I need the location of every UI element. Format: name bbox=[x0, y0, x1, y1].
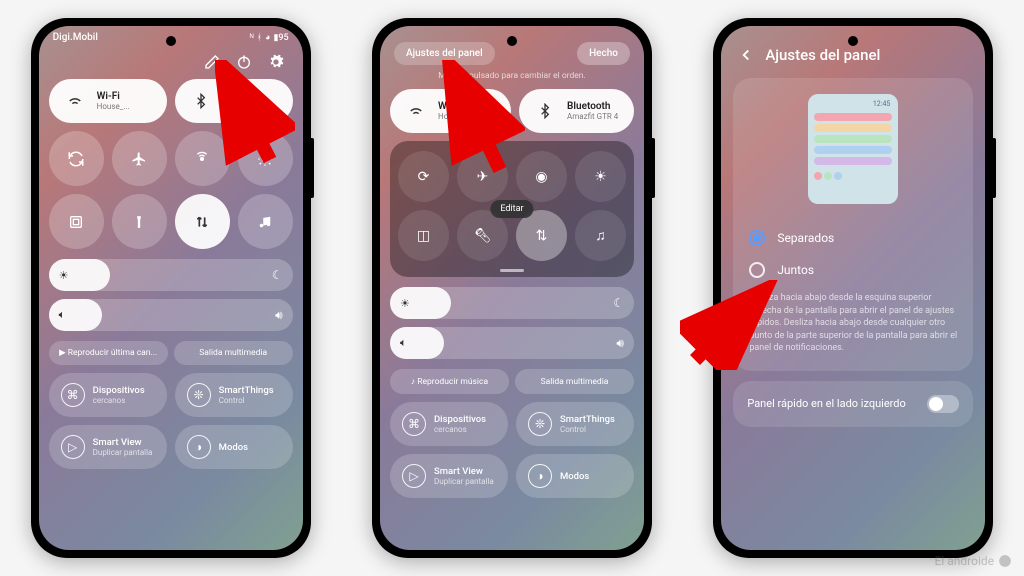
modes-tile[interactable]: ◑ Modos bbox=[516, 454, 634, 498]
camera-hole bbox=[507, 36, 517, 46]
music-tile[interactable]: ♫ bbox=[575, 210, 626, 261]
location-icon: ◕ bbox=[265, 32, 270, 43]
radio-unselected-icon bbox=[749, 262, 765, 278]
wifi-tile[interactable]: Wi-FiHouse_... bbox=[49, 79, 167, 123]
screenshot-tile[interactable]: ◫ bbox=[398, 210, 449, 261]
settings-title: Ajustes del panel bbox=[765, 46, 880, 64]
back-icon[interactable] bbox=[737, 46, 755, 64]
bluetooth-icon bbox=[187, 87, 215, 115]
phone-mockup-1: Digi.Mobil ᴺ ᚼ ◕ ▮95 Wi-FiHouse_... B bbox=[31, 18, 311, 558]
moon-icon: ☾ bbox=[613, 296, 624, 310]
speaker-high-icon: 🔊︎ bbox=[616, 336, 624, 351]
nearby-devices-tile[interactable]: ⌘ Dispositivoscercanos bbox=[49, 373, 167, 417]
smartthings-tile[interactable]: ❊ SmartThingsControl bbox=[516, 402, 634, 446]
wifi-label: Wi-Fi bbox=[97, 91, 130, 102]
tile-grid-edit[interactable]: Editar ⟳ ✈ ◉ ☀ ◫ 🔦︎ ⇅ ♫ bbox=[390, 141, 634, 277]
edit-badge: Editar bbox=[490, 200, 533, 218]
screen-edit-panel: Ajustes del panel Hecho Mantén pulsado p… bbox=[380, 26, 644, 550]
screen-quick-panel: Digi.Mobil ᴺ ᚼ ◕ ▮95 Wi-FiHouse_... B bbox=[39, 26, 303, 550]
gear-icon[interactable] bbox=[267, 53, 285, 71]
media-playback-chip[interactable]: ▶ Reproducir última can... bbox=[49, 341, 168, 365]
sun-icon: ☀ bbox=[400, 297, 414, 310]
brightness-extra-tile[interactable]: ☀ bbox=[575, 151, 626, 202]
music-tile[interactable] bbox=[238, 194, 293, 249]
left-side-switch-row[interactable]: Panel rápido en el lado izquierdo bbox=[733, 381, 973, 427]
carrier-label: Digi.Mobil bbox=[53, 32, 98, 43]
panel-header-icons bbox=[39, 49, 303, 79]
drag-handle-icon[interactable] bbox=[500, 269, 524, 272]
modes-icon: ◑ bbox=[187, 435, 211, 459]
airplane-tile[interactable] bbox=[112, 131, 167, 186]
bluetooth-label: Bluetooth bbox=[223, 96, 266, 107]
data-tile[interactable] bbox=[175, 194, 230, 249]
brightness-extra-tile[interactable] bbox=[238, 131, 293, 186]
camera-hole bbox=[848, 36, 858, 46]
done-button[interactable]: Hecho bbox=[577, 42, 630, 65]
screenshot-tile[interactable] bbox=[49, 194, 104, 249]
volume-slider[interactable]: 🔈︎ 🔊︎ bbox=[390, 327, 634, 359]
bt-status-icon: ᚼ bbox=[257, 33, 262, 43]
help-description: Desliza hacia abajo desde la esquina sup… bbox=[747, 286, 959, 355]
phone-mockup-2: Ajustes del panel Hecho Mantén pulsado p… bbox=[372, 18, 652, 558]
smartthings-icon: ❊ bbox=[187, 383, 211, 407]
option-juntos[interactable]: Juntos bbox=[747, 254, 959, 286]
bluetooth-icon bbox=[531, 97, 559, 125]
media-output-chip[interactable]: Salida multimedia bbox=[515, 369, 634, 394]
edit-hint-label: Mantén pulsado para cambiar el orden. bbox=[380, 71, 644, 89]
layout-options-card: 12:45 Separados Juntos Desliz bbox=[733, 78, 973, 371]
volume-slider[interactable]: 🔈︎ 🔊︎ bbox=[49, 299, 293, 331]
smartthings-tile[interactable]: ❊ SmartThingsControl bbox=[175, 373, 293, 417]
wifi-tile[interactable]: Wi-FiHouse_Of_Bars... bbox=[390, 89, 511, 133]
panel-settings-button[interactable]: Ajustes del panel bbox=[394, 42, 495, 65]
hotspot-tile[interactable] bbox=[175, 131, 230, 186]
wifi-icon bbox=[402, 97, 430, 125]
radio-selected-icon bbox=[749, 230, 765, 246]
phone-mockup-3: Ajustes del panel 12:45 Separados bbox=[713, 18, 993, 558]
speaker-low-icon: 🔈︎ bbox=[400, 336, 414, 350]
rotate-tile[interactable] bbox=[49, 131, 104, 186]
brightness-slider[interactable]: ☀ ☾ bbox=[49, 259, 293, 291]
speaker-high-icon: 🔊︎ bbox=[275, 308, 283, 323]
bluetooth-tile[interactable]: Bluetooth bbox=[175, 79, 293, 123]
smartthings-icon: ❊ bbox=[528, 412, 552, 436]
media-playback-chip[interactable]: ♪ Reproducir música bbox=[390, 369, 509, 394]
modes-icon: ◑ bbox=[528, 464, 552, 488]
smart-view-tile[interactable]: ▷ Smart ViewDuplicar pantalla bbox=[49, 425, 167, 469]
preview-thumbnail: 12:45 bbox=[808, 94, 898, 204]
option-separados[interactable]: Separados bbox=[747, 222, 959, 254]
wifi-sublabel: House_... bbox=[97, 102, 130, 111]
hotspot-tile[interactable]: ◉ bbox=[516, 151, 567, 202]
flashlight-tile[interactable] bbox=[112, 194, 167, 249]
nfc-icon: ᴺ bbox=[250, 32, 254, 43]
cast-icon: ▷ bbox=[61, 435, 85, 459]
sun-icon: ☀ bbox=[59, 269, 73, 282]
edit-icon[interactable] bbox=[203, 53, 221, 71]
smart-view-tile[interactable]: ▷ Smart ViewDuplicar pantalla bbox=[390, 454, 508, 498]
watermark: El androide bbox=[935, 554, 1012, 568]
power-icon[interactable] bbox=[235, 53, 253, 71]
airplane-tile[interactable]: ✈ bbox=[457, 151, 508, 202]
screen-panel-settings: Ajustes del panel 12:45 Separados bbox=[721, 26, 985, 550]
moon-icon: ☾ bbox=[272, 268, 283, 282]
camera-hole bbox=[166, 36, 176, 46]
devices-icon: ⌘ bbox=[61, 383, 85, 407]
wifi-icon bbox=[61, 87, 89, 115]
media-output-chip[interactable]: Salida multimedia bbox=[174, 341, 293, 365]
modes-tile[interactable]: ◑ Modos bbox=[175, 425, 293, 469]
speaker-low-icon: 🔈︎ bbox=[59, 308, 73, 322]
switch-label: Panel rápido en el lado izquierdo bbox=[747, 397, 905, 410]
rotate-tile[interactable]: ⟳ bbox=[398, 151, 449, 202]
brightness-slider[interactable]: ☀ ☾ bbox=[390, 287, 634, 319]
battery-icon: ▮95 bbox=[273, 33, 288, 43]
cast-icon: ▷ bbox=[402, 464, 426, 488]
toggle-switch[interactable] bbox=[927, 395, 959, 413]
nearby-devices-tile[interactable]: ⌘ Dispositivoscercanos bbox=[390, 402, 508, 446]
bluetooth-tile[interactable]: BluetoothAmazfit GTR 4 bbox=[519, 89, 634, 133]
devices-icon: ⌘ bbox=[402, 412, 426, 436]
